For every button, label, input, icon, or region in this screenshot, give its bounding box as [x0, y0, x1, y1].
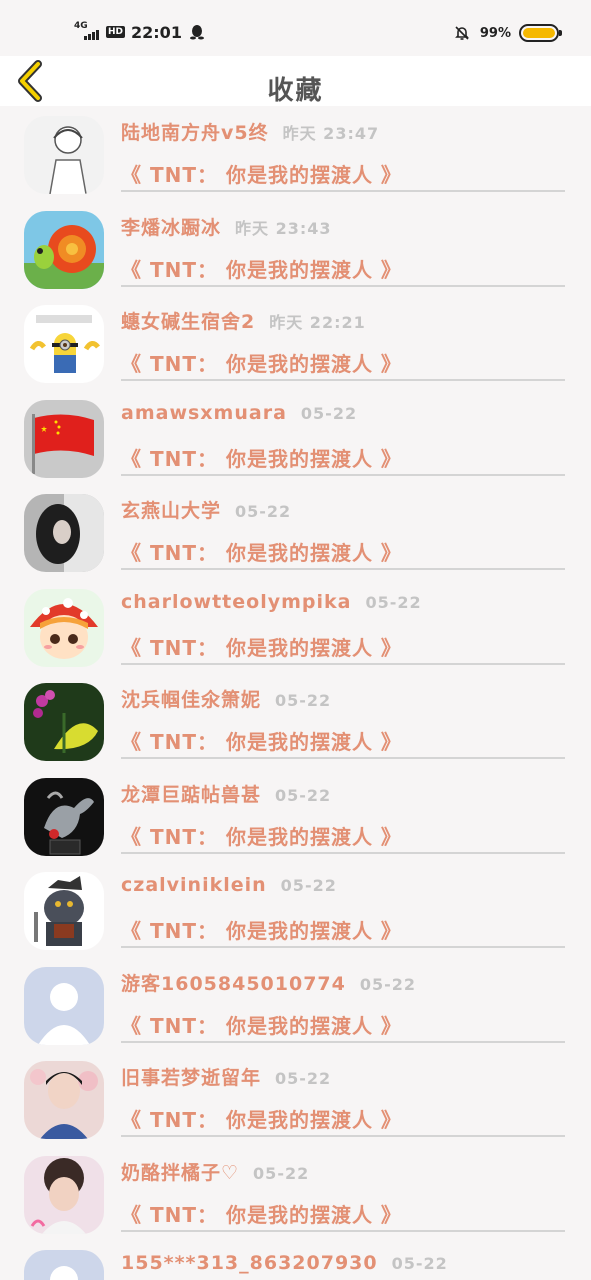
divider	[121, 662, 565, 665]
user-name[interactable]: 蟪女碱生宿舍2	[121, 311, 255, 333]
divider	[121, 1135, 565, 1137]
timestamp: 05-22	[275, 691, 332, 710]
user-name[interactable]: 李燔冰蹰冰	[121, 217, 221, 239]
timestamp: 昨天 22:21	[269, 313, 366, 332]
avatar[interactable]	[24, 777, 104, 856]
timestamp: 昨天 23:47	[282, 124, 380, 143]
book-title[interactable]: 《 TNT： 你是我的摆渡人 》	[121, 348, 402, 377]
avatar[interactable]	[24, 1250, 104, 1280]
user-name[interactable]: 玄燕山大学	[121, 500, 221, 522]
user-name[interactable]: 旧事若梦逝留年	[121, 1067, 261, 1089]
book-title[interactable]: 《 TNT： 你是我的摆渡人 》	[121, 821, 402, 850]
divider	[121, 946, 565, 948]
list-item[interactable]: 玄燕山大学 05-22 《 TNT： 你是我的摆渡人 》	[0, 484, 591, 578]
avatar[interactable]	[24, 588, 104, 667]
avatar[interactable]	[24, 683, 104, 761]
item-meta: 旧事若梦逝留年 05-22	[121, 1063, 591, 1091]
item-meta: 龙潭巨踮帖兽甚 05-22	[121, 780, 591, 808]
timestamp: 05-22	[280, 876, 337, 895]
list-item[interactable]: amawsxmuara 05-22 《 TNT： 你是我的摆渡人 》	[0, 390, 591, 484]
timestamp: 05-22	[391, 1254, 448, 1273]
divider	[121, 568, 565, 570]
timestamp: 05-22	[300, 403, 358, 423]
book-title[interactable]: 《 TNT： 你是我的摆渡人 》	[121, 632, 402, 661]
list-item[interactable]: 游客1605845010774 05-22 《 TNT： 你是我的摆渡人 》	[0, 957, 591, 1051]
book-title[interactable]: 《 TNT： 你是我的摆渡人 》	[121, 159, 402, 188]
timestamp: 05-22	[235, 502, 292, 521]
battery-icon	[519, 24, 562, 42]
list-item[interactable]: 沈兵帼佳氽箫妮 05-22 《 TNT： 你是我的摆渡人 》	[0, 673, 591, 767]
divider	[121, 473, 565, 476]
timestamp: 05-22	[359, 974, 417, 994]
header: 收藏	[0, 56, 591, 106]
timestamp: 05-22	[275, 785, 332, 805]
list-item[interactable]: charlowtteolympika 05-22 《 TNT： 你是我的摆渡人 》	[0, 579, 591, 673]
item-meta: 沈兵帼佳氽箫妮 05-22	[121, 685, 591, 713]
status-bar: 4G HD 22:01 99%	[0, 0, 591, 56]
item-meta: charlowtteolympika 05-22	[121, 591, 591, 619]
list-item[interactable]: 旧事若梦逝留年 05-22 《 TNT： 你是我的摆渡人 》	[0, 1051, 591, 1145]
list-item[interactable]: czalviniklein 05-22 《 TNT： 你是我的摆渡人 》	[0, 862, 591, 956]
avatar[interactable]	[24, 1061, 104, 1139]
timestamp: 05-22	[253, 1163, 310, 1183]
timestamp: 05-22	[365, 592, 422, 612]
list-item[interactable]: 李燔冰蹰冰 昨天 23:43 《 TNT： 你是我的摆渡人 》	[0, 201, 591, 295]
avatar[interactable]	[24, 1155, 104, 1234]
qq-penguin-icon	[189, 25, 204, 40]
item-meta: 游客1605845010774 05-22	[121, 969, 591, 997]
avatar[interactable]	[24, 399, 104, 478]
list-item[interactable]: 陆地南方舟v5终 昨天 23:47 《 TNT： 你是我的摆渡人 》	[0, 106, 591, 200]
divider	[121, 851, 565, 854]
avatar[interactable]	[24, 210, 104, 289]
item-meta: 155***313_863207930 05-22	[121, 1252, 591, 1280]
status-time: 22:01	[131, 22, 182, 42]
divider	[121, 1229, 565, 1232]
item-meta: amawsxmuara 05-22	[121, 402, 591, 430]
avatar[interactable]	[24, 116, 104, 194]
item-meta: 奶酪拌橘子♡ 05-22	[121, 1158, 591, 1186]
battery-percent: 99%	[479, 25, 511, 41]
user-name[interactable]: 155***313_863207930	[121, 1252, 378, 1274]
book-title[interactable]: 《 TNT： 你是我的摆渡人 》	[121, 537, 402, 566]
signal-icon: 4G	[74, 21, 102, 42]
divider	[121, 284, 565, 287]
book-title[interactable]: 《 TNT： 你是我的摆渡人 》	[121, 1010, 402, 1039]
list-item[interactable]: 奶酪拌橘子♡ 05-22 《 TNT： 你是我的摆渡人 》	[0, 1146, 591, 1240]
user-name[interactable]: 游客1605845010774	[121, 973, 346, 995]
book-title[interactable]: 《 TNT： 你是我的摆渡人 》	[121, 915, 402, 944]
divider	[121, 757, 565, 759]
user-name[interactable]: amawsxmuara	[121, 402, 287, 424]
book-title[interactable]: 《 TNT： 你是我的摆渡人 》	[121, 443, 402, 472]
user-name[interactable]: 龙潭巨踮帖兽甚	[121, 784, 261, 806]
avatar[interactable]	[24, 872, 104, 950]
book-title[interactable]: 《 TNT： 你是我的摆渡人 》	[121, 726, 402, 755]
item-meta: czalviniklein 05-22	[121, 874, 591, 902]
timestamp: 05-22	[275, 1069, 332, 1088]
item-meta: 李燔冰蹰冰 昨天 23:43	[121, 213, 591, 241]
book-title[interactable]: 《 TNT： 你是我的摆渡人 》	[121, 1104, 402, 1133]
user-name[interactable]: 陆地南方舟v5终	[121, 122, 269, 144]
book-title[interactable]: 《 TNT： 你是我的摆渡人 》	[121, 1199, 402, 1228]
user-name[interactable]: 沈兵帼佳氽箫妮	[121, 689, 261, 711]
divider	[121, 379, 565, 381]
timestamp: 昨天 23:43	[235, 218, 332, 238]
bell-off-icon	[454, 26, 469, 40]
item-meta: 蟪女碱生宿舍2 昨天 22:21	[121, 307, 591, 335]
list-item[interactable]: 155***313_863207930 05-22	[0, 1240, 591, 1280]
user-name[interactable]: charlowtteolympika	[121, 591, 351, 613]
avatar[interactable]	[24, 966, 104, 1045]
page-title: 收藏	[267, 76, 324, 106]
avatar[interactable]	[24, 494, 104, 572]
user-name[interactable]: 奶酪拌橘子♡	[121, 1162, 239, 1184]
item-meta: 陆地南方舟v5终 昨天 23:47	[121, 118, 591, 146]
divider	[121, 190, 565, 192]
list-item[interactable]: 龙潭巨踮帖兽甚 05-22 《 TNT： 你是我的摆渡人 》	[0, 768, 591, 862]
hd-badge: HD	[106, 26, 126, 38]
item-meta: 玄燕山大学 05-22	[121, 496, 591, 524]
book-title[interactable]: 《 TNT： 你是我的摆渡人 》	[121, 254, 402, 283]
list-item[interactable]: 蟪女碱生宿舍2 昨天 22:21 《 TNT： 你是我的摆渡人 》	[0, 295, 591, 389]
user-name[interactable]: czalviniklein	[121, 874, 267, 896]
avatar[interactable]	[24, 305, 104, 383]
divider	[121, 1040, 565, 1043]
